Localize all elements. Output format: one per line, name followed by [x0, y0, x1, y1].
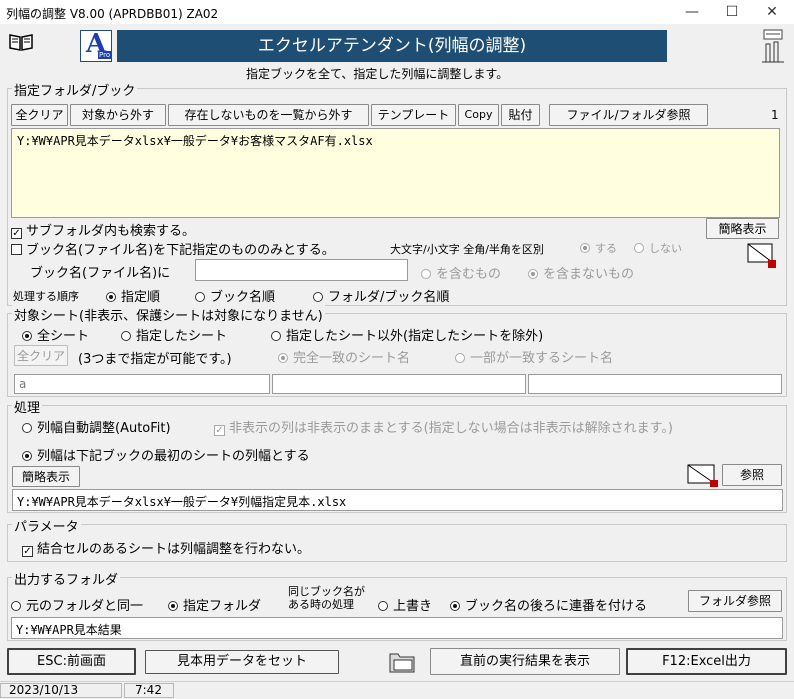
process-simple-view-button[interactable]: 簡略表示	[12, 466, 80, 487]
list-item[interactable]: Y:¥W¥APR見本データxlsx¥一般データ¥お客様マスタAF有.xlsx	[17, 132, 774, 149]
params-group-label: パラメータ	[12, 516, 81, 535]
contains-radio[interactable]: を含むもの	[421, 263, 501, 282]
browse-files-button[interactable]: ファイル/フォルダ参照	[549, 104, 708, 126]
output-specified-radio[interactable]: 指定フォルダ	[168, 595, 261, 614]
process-browse-button[interactable]: 参照	[722, 464, 782, 486]
order-label: 処理する順序	[13, 290, 79, 303]
order-bookname-radio[interactable]: ブック名順	[195, 286, 275, 305]
case-no-radio[interactable]: しない	[634, 240, 682, 256]
sheet-name-field-3[interactable]	[528, 374, 782, 394]
keep-hidden-checkbox[interactable]: ✓ 非表示の列は非表示のままとする(指定しない場合は非表示は解除されます。)	[214, 417, 673, 436]
check-icon: ✓	[11, 228, 22, 239]
title-bar: 列幅の調整 V8.00 (APRDBB01) ZA02 — ☐ ✕	[0, 0, 794, 24]
process-group-label: 処理	[12, 397, 43, 416]
status-time: 7:42	[124, 683, 174, 698]
books-group-label: 指定フォルダ/ブック	[12, 80, 138, 99]
set-sample-data-button[interactable]: 見本用データをセット	[145, 650, 339, 674]
filter-checkbox[interactable]: ブック名(ファイル名)を下記指定のもののみとする。	[11, 239, 335, 258]
simple-view-button[interactable]: 簡略表示	[706, 218, 779, 239]
autofit-radio[interactable]: 列幅自動調整(AutoFit)	[22, 417, 171, 436]
order-specified-radio[interactable]: 指定順	[106, 286, 160, 305]
remove-button[interactable]: 対象から外す	[70, 104, 166, 126]
output-same-radio[interactable]: 元のフォルダと同一	[11, 595, 143, 614]
sheet-clear-button[interactable]: 全クリア	[14, 345, 68, 366]
template-button[interactable]: テンプレート	[371, 104, 456, 126]
exact-match-radio[interactable]: 完全一致のシート名	[278, 347, 410, 366]
paste-button[interactable]: 貼付	[501, 104, 540, 126]
serial-number-radio[interactable]: ブック名の後ろに連番を付ける	[450, 595, 647, 614]
subtitle: 指定ブックを全て、指定した列幅に調整します。	[246, 67, 509, 81]
esc-back-button[interactable]: ESC:前画面	[7, 648, 136, 675]
sheet-note: (3つまで指定が可能です。)	[78, 352, 232, 367]
maximize-button[interactable]: ☐	[712, 2, 752, 22]
partial-match-radio[interactable]: 一部が一致するシート名	[455, 347, 613, 366]
window-title: 列幅の調整 V8.00 (APRDBB01) ZA02	[6, 7, 219, 21]
sheet-specified-radio[interactable]: 指定したシート	[121, 325, 227, 344]
minimize-button[interactable]: —	[672, 2, 712, 22]
show-previous-result-button[interactable]: 直前の実行結果を表示	[430, 648, 620, 675]
same-name-label: 同じブック名が ある時の処理	[288, 585, 365, 611]
case-label: 大文字/小文字 全角/半角を区別	[390, 243, 544, 256]
app-logo-icon: A Pro	[80, 29, 112, 62]
status-date: 2023/10/13	[0, 683, 122, 698]
column-width-book-path[interactable]: Y:¥W¥APR見本データxlsx¥一般データ¥列幅指定見本.xlsx	[12, 489, 783, 511]
page-title: エクセルアテンダント(列幅の調整)	[117, 30, 667, 62]
not-contains-radio[interactable]: を含まないもの	[528, 263, 634, 282]
sheet-except-radio[interactable]: 指定したシート以外(指定したシートを除外)	[271, 325, 543, 344]
close-button[interactable]: ✕	[752, 2, 792, 22]
clear-all-button[interactable]: 全クリア	[11, 104, 68, 126]
subfolder-checkbox[interactable]: ✓ サブフォルダ内も検索する。	[11, 220, 195, 239]
sheets-group-label: 対象シート(非表示、保護シートは対象になりません)	[12, 305, 325, 324]
remove-missing-button[interactable]: 存在しないものを一覧から外す	[168, 104, 369, 126]
folder-browse-button[interactable]: フォルダ参照	[688, 590, 782, 612]
bookname-input[interactable]	[195, 259, 408, 281]
output-folder-path[interactable]: Y:¥W¥APR見本結果	[11, 617, 783, 639]
sheet-name-field-2[interactable]	[272, 374, 526, 394]
folder-icon	[388, 648, 418, 678]
file-preview-icon[interactable]	[686, 462, 720, 492]
output-group-label: 出力するフォルダ	[12, 569, 121, 588]
book-icon[interactable]	[8, 32, 34, 56]
order-folder-radio[interactable]: フォルダ/ブック名順	[313, 286, 449, 305]
copy-button[interactable]: Copy	[458, 104, 499, 126]
sheet-name-field-1[interactable]: a	[14, 374, 270, 394]
book-count: 1	[771, 108, 779, 122]
case-yes-radio[interactable]: する	[580, 240, 617, 256]
book-list[interactable]: Y:¥W¥APR見本データxlsx¥一般データ¥お客様マスタAF有.xlsx	[11, 128, 780, 218]
first-sheet-radio[interactable]: 列幅は下記ブックの最初のシートの列幅とする	[22, 445, 310, 464]
bookname-label: ブック名(ファイル名)に	[30, 266, 171, 281]
folder-preview-icon[interactable]	[746, 240, 778, 274]
options-icon[interactable]	[762, 28, 786, 70]
excel-output-button[interactable]: F12:Excel出力	[626, 648, 787, 675]
overwrite-radio[interactable]: 上書き	[378, 595, 432, 614]
merged-cells-checkbox[interactable]: ✓ 結合セルのあるシートは列幅調整を行わない。	[22, 538, 310, 557]
sheet-all-radio[interactable]: 全シート	[22, 325, 89, 344]
